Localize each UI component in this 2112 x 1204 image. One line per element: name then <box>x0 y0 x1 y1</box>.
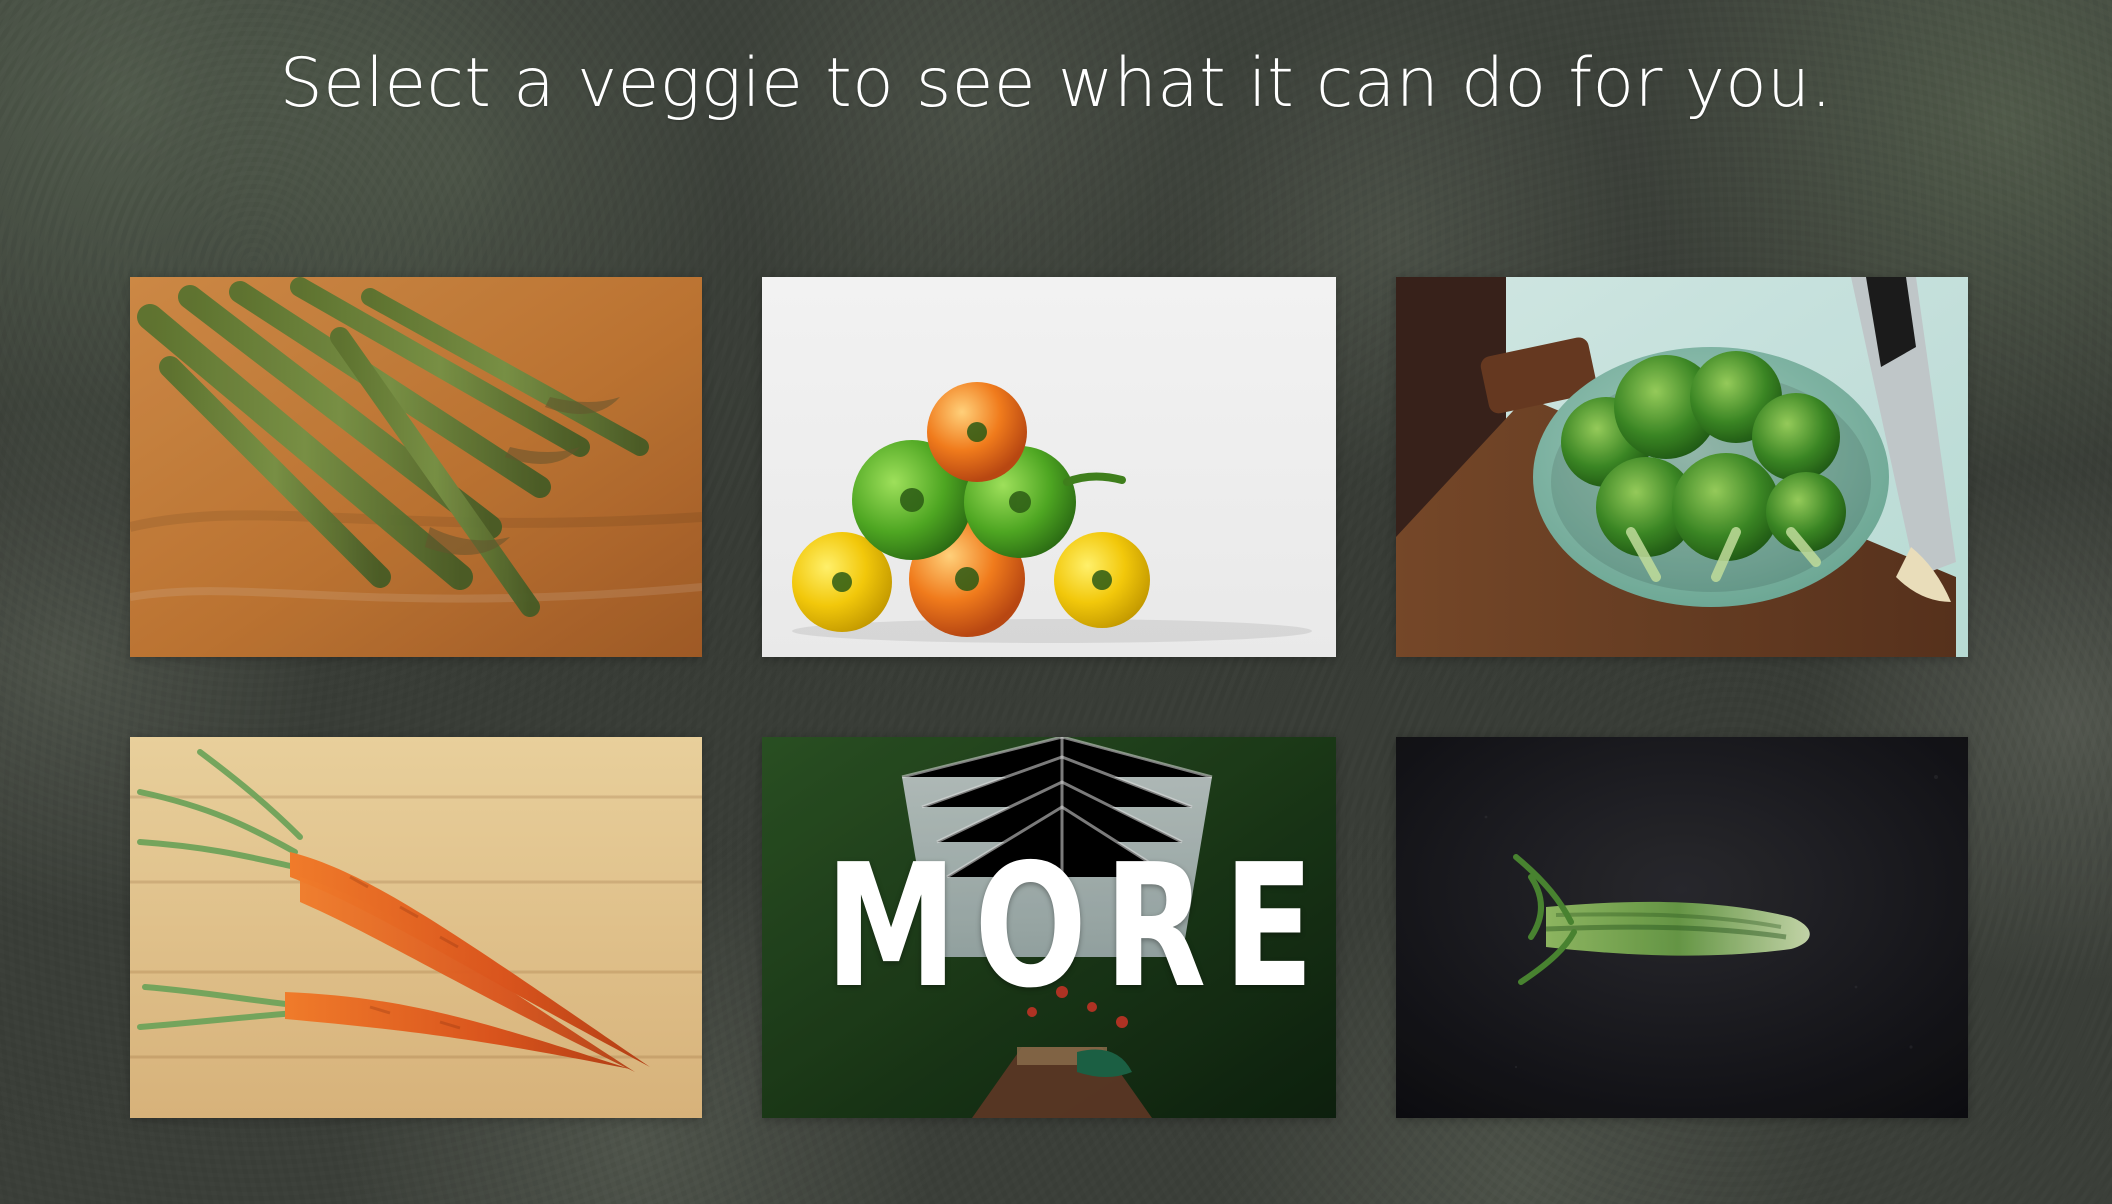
celery-image <box>1396 737 1968 1118</box>
tile-more[interactable]: MORE <box>762 737 1336 1118</box>
bell-peppers-image <box>762 277 1336 657</box>
tile-bell-peppers[interactable] <box>762 277 1336 657</box>
tile-broccoli[interactable] <box>1396 277 1968 657</box>
carrots-image <box>130 737 702 1118</box>
page-title: Select a veggie to see what it can do fo… <box>279 44 1833 123</box>
asparagus-image <box>130 277 702 657</box>
more-label: MORE <box>825 828 1332 1026</box>
tile-celery[interactable] <box>1396 737 1968 1118</box>
veggie-grid: MORE <box>130 277 1968 1118</box>
tile-carrots[interactable] <box>130 737 702 1118</box>
broccoli-image <box>1396 277 1968 657</box>
tile-asparagus[interactable] <box>130 277 702 657</box>
